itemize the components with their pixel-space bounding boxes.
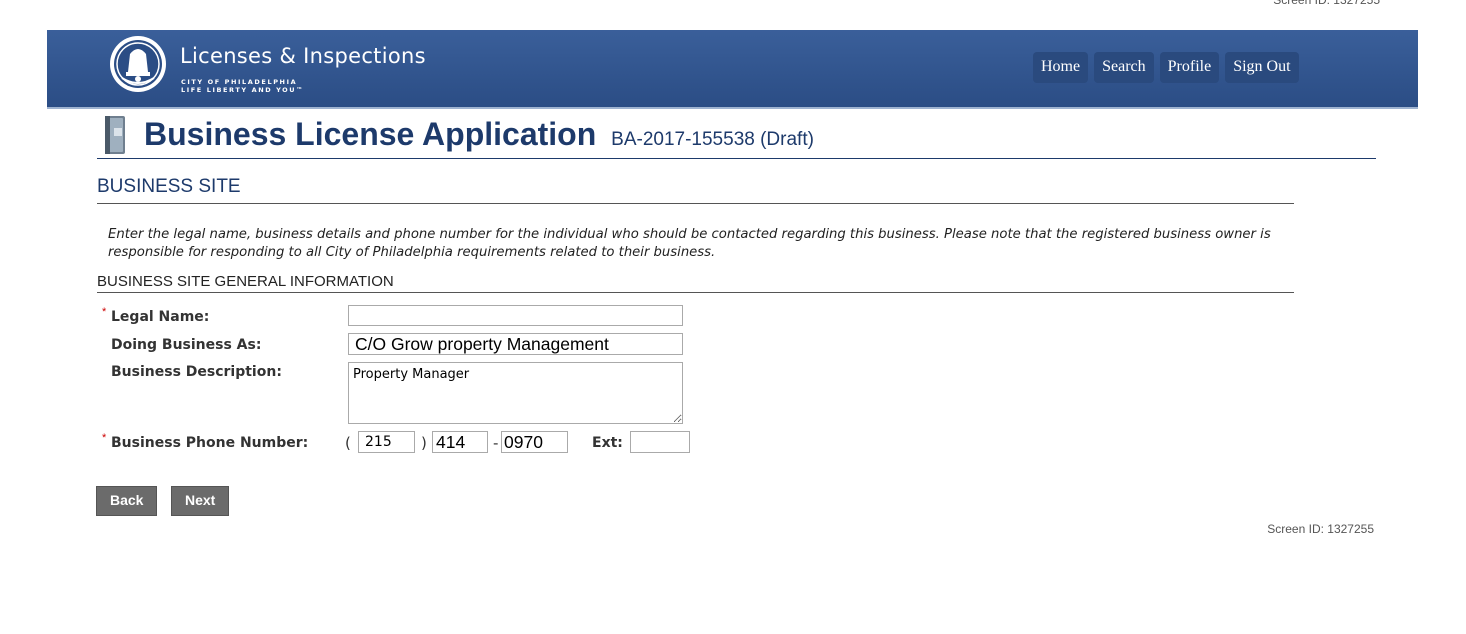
business-description-label: Business Description:: [111, 364, 282, 380]
brand-title: Licenses & Inspections: [180, 44, 426, 68]
application-id: BA-2017-155538 (Draft): [611, 129, 814, 150]
phone-dash: -: [493, 434, 499, 452]
phone-line-input[interactable]: [501, 431, 568, 453]
corner-screen-id: Screen ID: 1327255: [1273, 0, 1380, 7]
page-title: Business License Application BA-2017-155…: [144, 116, 814, 153]
top-nav: Home Search Profile Sign Out: [1033, 52, 1299, 83]
brand-subtitle-line-1: CITY OF PHILADELPHIA: [181, 78, 298, 86]
ext-label: Ext:: [592, 435, 623, 451]
phone-prefix-input[interactable]: [432, 431, 488, 453]
brand-subtitle-line-2: LIFE LIBERTY AND YOU™: [181, 86, 305, 94]
section-divider: [97, 203, 1294, 204]
nav-search[interactable]: Search: [1094, 52, 1154, 83]
section-intro: Enter the legal name, business details a…: [108, 227, 1271, 260]
site-header: Licenses & Inspections CITY OF PHILADELP…: [47, 30, 1418, 109]
binder-icon: [105, 116, 125, 154]
dba-input[interactable]: [348, 333, 683, 355]
subsection-divider: [97, 292, 1294, 293]
nav-sign-out[interactable]: Sign Out: [1225, 52, 1299, 83]
business-description-textarea[interactable]: Property Manager: [348, 362, 683, 424]
nav-home[interactable]: Home: [1033, 52, 1089, 83]
screen-id: Screen ID: 1327255: [1267, 522, 1374, 536]
nav-profile[interactable]: Profile: [1159, 52, 1220, 83]
title-divider: [97, 158, 1376, 159]
business-phone-label: Business Phone Number:: [111, 435, 309, 451]
back-button[interactable]: Back: [96, 486, 158, 516]
brand-subtitle: CITY OF PHILADELPHIA LIFE LIBERTY AND YO…: [181, 78, 304, 94]
phone-ext-input[interactable]: [630, 431, 690, 453]
phone-open-paren: (: [345, 434, 351, 452]
legal-name-input[interactable]: [348, 305, 683, 326]
subsection-heading: BUSINESS SITE GENERAL INFORMATION: [97, 273, 394, 290]
section-heading: BUSINESS SITE: [97, 176, 241, 197]
required-marker: *: [102, 306, 107, 318]
required-marker: *: [102, 432, 107, 444]
next-button[interactable]: Next: [171, 486, 230, 516]
page-title-text: Business License Application: [144, 116, 597, 152]
liberty-bell-seal-icon[interactable]: [108, 34, 168, 94]
legal-name-label: Legal Name:: [111, 309, 210, 325]
phone-area-code-input[interactable]: [358, 431, 415, 453]
phone-close-paren: ): [421, 434, 427, 452]
dba-label: Doing Business As:: [111, 337, 262, 353]
